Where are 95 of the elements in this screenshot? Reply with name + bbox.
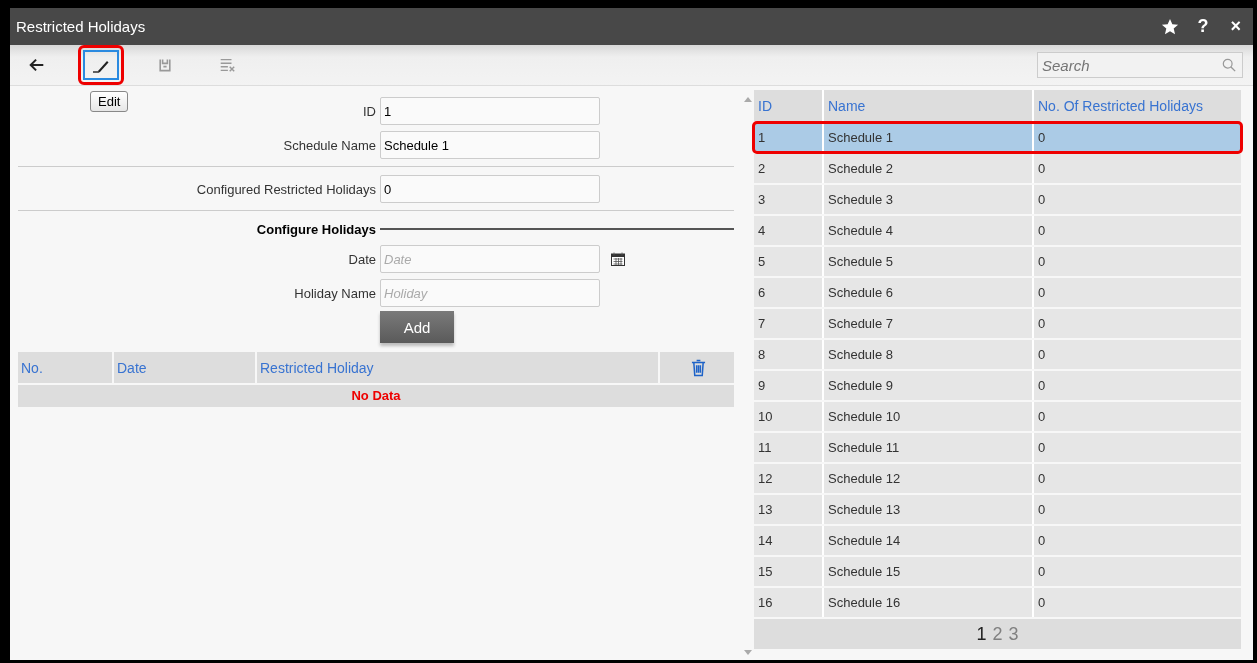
table-cell: 14 — [754, 526, 824, 555]
table-cell: 9 — [754, 371, 824, 400]
field-label: Configured Restricted Holidays — [195, 181, 376, 197]
table-cell: Schedule 9 — [824, 371, 1034, 400]
column-header[interactable]: No. Of Restricted Holidays — [1034, 90, 1241, 121]
table-cell: Schedule 6 — [824, 278, 1034, 307]
table-cell-text: 0 — [1037, 284, 1047, 302]
table-cell: 6 — [754, 278, 824, 307]
table-cell-text: 0 — [1037, 253, 1047, 271]
table-row[interactable]: 10 Schedule 10 0 — [754, 402, 1241, 431]
table-row[interactable]: 16 Schedule 16 0 — [754, 588, 1241, 617]
table-cell-text: 0 — [1037, 222, 1047, 240]
table-cell: Schedule 5 — [824, 247, 1034, 276]
table-row[interactable]: 11 Schedule 11 0 — [754, 433, 1241, 462]
table-cell: Schedule 14 — [824, 526, 1034, 555]
table-cell: 7 — [754, 309, 824, 338]
table-cell: 15 — [754, 557, 824, 586]
star-icon[interactable] — [1161, 17, 1180, 36]
table-row[interactable]: 15 Schedule 15 0 — [754, 557, 1241, 586]
calendar-icon[interactable] — [610, 251, 626, 267]
table-cell-text: 0 — [1037, 501, 1047, 519]
column-header[interactable]: Date — [114, 352, 257, 383]
column-header[interactable]: No. — [18, 352, 114, 383]
table-cell: 16 — [754, 588, 824, 617]
scroll-down-icon[interactable] — [744, 650, 752, 656]
table-cell-text: 0 — [1037, 470, 1047, 488]
table-cell: 11 — [754, 433, 824, 462]
delete-icon[interactable] — [691, 358, 706, 377]
empty-message: No Data — [18, 385, 734, 407]
table-row[interactable]: 7 Schedule 7 0 — [754, 309, 1241, 338]
table-cell: Schedule 12 — [824, 464, 1034, 493]
table-row[interactable]: 5 Schedule 5 0 — [754, 247, 1241, 276]
table-cell: Schedule 13 — [824, 495, 1034, 524]
table-row[interactable]: 13 Schedule 13 0 — [754, 495, 1241, 524]
tooltip: Edit — [90, 91, 129, 112]
scroll-up-icon[interactable] — [744, 96, 752, 102]
table-cell: Schedule 7 — [824, 309, 1034, 338]
close-button[interactable]: × — [1226, 16, 1245, 37]
field-label: Date — [347, 251, 376, 267]
table-cell-text: 0 — [1037, 594, 1047, 612]
clear-list-icon — [218, 56, 236, 74]
table-cell: Schedule 10 — [824, 402, 1034, 431]
table-row[interactable]: 9 Schedule 9 0 — [754, 371, 1241, 400]
field-label: Holiday Name — [293, 285, 376, 301]
table-cell: Schedule 15 — [824, 557, 1034, 586]
table-cell: 13 — [754, 495, 824, 524]
table-row[interactable]: 4 Schedule 4 0 — [754, 216, 1241, 245]
table-cell: Schedule 3 — [824, 185, 1034, 214]
table-cell-text: 0 — [1037, 408, 1047, 426]
table-row[interactable]: 3 Schedule 3 0 — [754, 185, 1241, 214]
search-field[interactable]: Search — [1037, 52, 1243, 78]
table-cell: 5 — [754, 247, 824, 276]
table-cell: Schedule 16 — [824, 588, 1034, 617]
table-cell-text: 0 — [1037, 532, 1047, 550]
table-row[interactable]: 8 Schedule 8 0 — [754, 340, 1241, 369]
table-cell: 10 — [754, 402, 824, 431]
column-header[interactable]: Restricted Holiday — [257, 352, 660, 383]
section-title: Configure Holidays — [255, 221, 376, 237]
window-title: Restricted Holidays — [16, 18, 146, 35]
table-cell: 2 — [754, 154, 824, 183]
table-cell: Schedule 2 — [824, 154, 1034, 183]
input-field[interactable]: 1 — [380, 97, 600, 125]
table-cell: 8 — [754, 340, 824, 369]
help-button[interactable]: ? — [1193, 16, 1213, 37]
table-cell-text: 0 — [1037, 191, 1047, 209]
table-cell: Schedule 11 — [824, 433, 1034, 462]
table-row[interactable]: 14 Schedule 14 0 — [754, 526, 1241, 555]
field-label: Schedule Name — [283, 137, 376, 153]
table-row[interactable]: 12 Schedule 12 0 — [754, 464, 1241, 493]
table-cell: 4 — [754, 216, 824, 245]
back-arrow-icon — [28, 56, 46, 74]
field-label: ID — [363, 103, 376, 119]
table-cell-text: 0 — [1037, 129, 1047, 147]
table-cell: 12 — [754, 464, 824, 493]
table-cell-text: 0 — [1037, 377, 1047, 395]
table-cell-text: 0 — [1037, 346, 1047, 364]
date-field[interactable]: Date — [380, 245, 600, 273]
table-cell: Schedule 4 — [824, 216, 1034, 245]
add-button[interactable]: Add — [380, 311, 454, 343]
table-cell: 3 — [754, 185, 824, 214]
table-cell-text: 0 — [1037, 439, 1047, 457]
input-field[interactable]: Holiday — [380, 279, 600, 307]
table-row[interactable]: 2 Schedule 2 0 — [754, 154, 1241, 183]
table-row[interactable]: 1 Schedule 1 0 — [754, 123, 1241, 152]
search-icon — [1222, 58, 1236, 72]
table-row[interactable]: 6 Schedule 6 0 — [754, 278, 1241, 307]
table-cell-text: 0 — [1037, 315, 1047, 333]
page-link[interactable]: 1 — [976, 623, 987, 645]
input-field[interactable]: Schedule 1 — [380, 131, 600, 159]
table-cell: 1 — [754, 123, 824, 152]
input-field[interactable]: 0 — [380, 175, 600, 203]
table-cell-text: 0 — [1037, 563, 1047, 581]
table-cell: Schedule 8 — [824, 340, 1034, 369]
table-cell-text: 0 — [1037, 160, 1047, 178]
table-cell: Schedule 1 — [824, 123, 1034, 152]
